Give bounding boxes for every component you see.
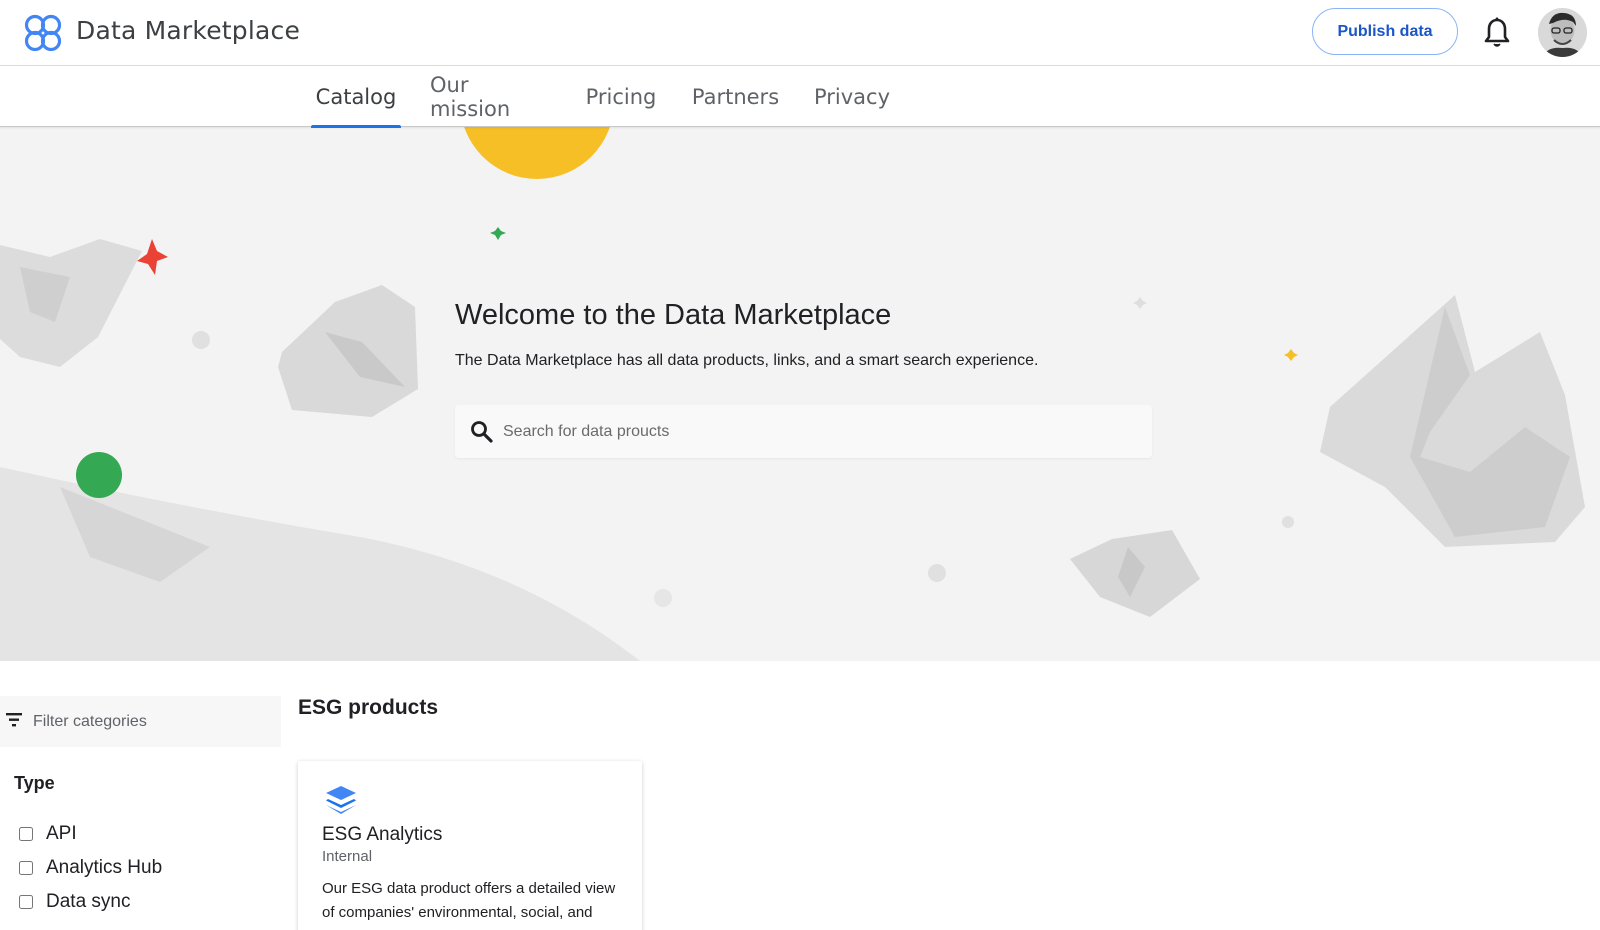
filter-categories-input[interactable]	[33, 696, 273, 747]
hero-title: Welcome to the Data Marketplace	[455, 299, 892, 331]
product-card-title: ESG Analytics	[322, 824, 443, 845]
type-option-label: Data sync	[46, 891, 131, 912]
search-bar[interactable]	[455, 405, 1152, 458]
hero-subtitle: The Data Marketplace has all data produc…	[455, 352, 1039, 369]
filter-categories-box[interactable]	[0, 696, 281, 747]
hero-banner: Welcome to the Data Marketplace The Data…	[0, 127, 1600, 661]
type-option-label: API	[46, 823, 77, 844]
type-checkbox-analytics-hub[interactable]	[19, 861, 33, 875]
type-filter-heading: Type	[14, 773, 55, 793]
type-option-api[interactable]: API	[19, 823, 77, 845]
user-avatar[interactable]	[1538, 8, 1587, 57]
publish-data-button[interactable]: Publish data	[1312, 8, 1458, 55]
bell-icon[interactable]	[1482, 16, 1512, 50]
filter-icon	[6, 713, 22, 727]
tab-privacy[interactable]: Privacy	[814, 66, 890, 127]
app-title[interactable]: Data Marketplace	[76, 16, 300, 45]
app-header: Data Marketplace Publish data	[0, 0, 1600, 66]
type-option-label: Analytics Hub	[46, 857, 163, 878]
tab-pricing[interactable]: Pricing	[586, 66, 657, 127]
product-card-description: Our ESG data product offers a detailed v…	[322, 880, 616, 930]
type-option-analytics-hub[interactable]: Analytics Hub	[19, 857, 162, 879]
product-card[interactable]: ESG Analytics Internal Our ESG data prod…	[298, 761, 642, 930]
search-input[interactable]	[503, 405, 1133, 458]
hero-illustration	[0, 127, 1585, 661]
tab-our-mission[interactable]: Our mission	[430, 66, 547, 127]
tab-catalog[interactable]: Catalog	[311, 66, 401, 128]
type-option-data-sync[interactable]: Data sync	[19, 891, 130, 913]
product-card-subtitle: Internal	[322, 848, 373, 865]
type-checkbox-api[interactable]	[19, 827, 33, 841]
tab-partners[interactable]: Partners	[692, 66, 779, 127]
data-product-icon	[326, 786, 356, 814]
section-title: ESG products	[298, 696, 439, 719]
main-nav: Catalog Our mission Pricing Partners Pri…	[0, 66, 1600, 128]
type-checkbox-data-sync[interactable]	[19, 895, 33, 909]
search-icon	[471, 421, 493, 443]
clover-logo-icon[interactable]	[22, 12, 64, 54]
